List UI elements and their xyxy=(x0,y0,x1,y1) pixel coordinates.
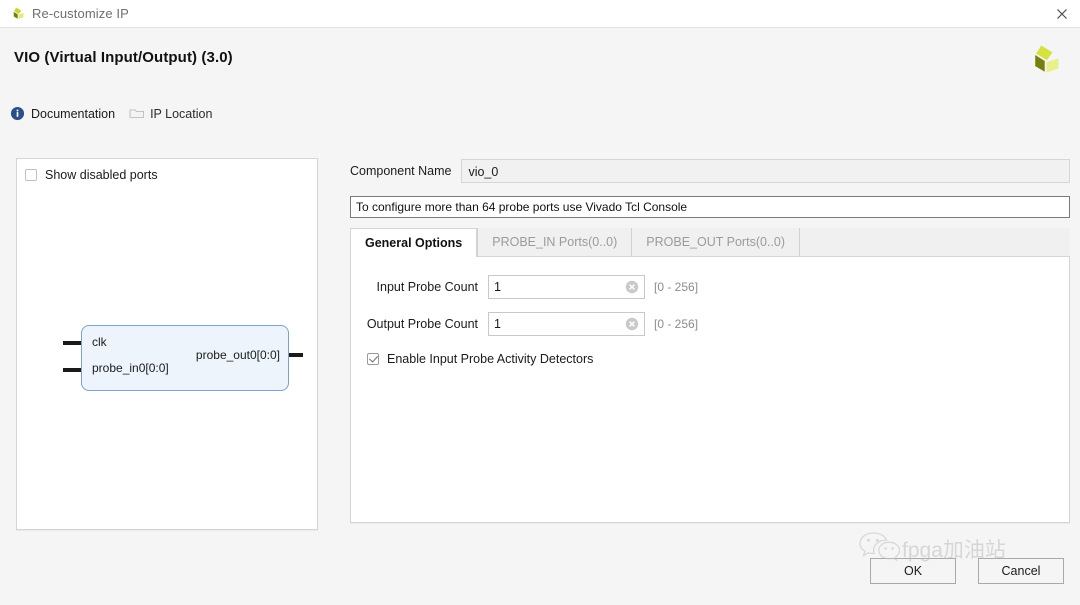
output-probe-count-label: Output Probe Count xyxy=(366,317,478,331)
port-label-probe-in0: probe_in0[0:0] xyxy=(92,361,169,375)
component-name-row: Component Name vio_0 xyxy=(350,158,1070,184)
page-title: VIO (Virtual Input/Output) (3.0) xyxy=(14,49,233,66)
ok-button[interactable]: OK xyxy=(870,558,956,584)
clear-circle-icon[interactable] xyxy=(625,280,639,294)
component-name-input[interactable]: vio_0 xyxy=(461,159,1070,183)
tab-general-options-label: General Options xyxy=(365,235,463,250)
output-probe-count-range: [0 - 256] xyxy=(654,317,699,331)
tab-probe-in-ports[interactable]: PROBE_IN Ports(0..0) xyxy=(477,228,631,256)
enable-detectors-label: Enable Input Probe Activity Detectors xyxy=(387,352,594,366)
checkbox-box xyxy=(25,169,37,181)
xilinx-brand-logo-icon xyxy=(1024,42,1062,80)
ip-symbol-panel: Show disabled ports clk probe_in0[0:0] p… xyxy=(16,158,318,530)
tab-probe-out-ports-label: PROBE_OUT Ports(0..0) xyxy=(646,235,785,249)
ip-location-label: IP Location xyxy=(150,106,213,121)
window-title: Re-customize IP xyxy=(32,6,129,21)
tab-probe-out-ports[interactable]: PROBE_OUT Ports(0..0) xyxy=(631,228,799,256)
documentation-link[interactable]: Documentation xyxy=(10,106,115,121)
documentation-label: Documentation xyxy=(31,106,116,121)
output-probe-count-value: 1 xyxy=(494,317,501,331)
show-disabled-ports-label: Show disabled ports xyxy=(45,168,158,182)
tab-strip-filler xyxy=(799,228,1070,256)
component-name-label: Component Name xyxy=(350,164,452,178)
input-probe-count-input[interactable]: 1 xyxy=(488,275,645,299)
input-probe-count-value: 1 xyxy=(494,280,501,294)
info-icon xyxy=(10,106,25,121)
config-tabs: General Options PROBE_IN Ports(0..0) PRO… xyxy=(350,228,1070,257)
dialog-header: VIO (Virtual Input/Output) (3.0) Documen… xyxy=(0,28,1080,136)
ip-config-panel: Component Name vio_0 To configure more t… xyxy=(350,158,1070,523)
input-probe-count-range: [0 - 256] xyxy=(654,280,699,294)
input-probe-count-label: Input Probe Count xyxy=(376,280,478,294)
show-disabled-ports-checkbox[interactable]: Show disabled ports xyxy=(25,168,158,182)
pin-clk xyxy=(63,341,81,345)
folder-icon xyxy=(129,106,145,121)
header-links: Documentation IP Location xyxy=(10,106,226,121)
enable-detectors-checkbox[interactable]: Enable Input Probe Activity Detectors xyxy=(367,352,593,366)
output-probe-count-input[interactable]: 1 xyxy=(488,312,645,336)
clear-circle-icon[interactable] xyxy=(625,317,639,331)
general-options-pane: Input Probe Count 1 [0 - 256] Output Pro… xyxy=(350,257,1070,523)
port-label-clk: clk xyxy=(92,335,107,349)
close-icon[interactable] xyxy=(1052,4,1072,24)
checkbox-box xyxy=(367,353,379,365)
cancel-button[interactable]: Cancel xyxy=(978,558,1064,584)
ip-location-link[interactable]: IP Location xyxy=(129,106,212,121)
title-bar: Re-customize IP xyxy=(0,0,1080,28)
tcl-console-info-bar: To configure more than 64 probe ports us… xyxy=(350,196,1070,218)
input-probe-count-row: Input Probe Count 1 [0 - 256] xyxy=(363,275,698,299)
cancel-button-label: Cancel xyxy=(1001,564,1041,578)
ip-block-body: clk probe_in0[0:0] probe_out0[0:0] xyxy=(81,325,289,391)
xilinx-logo-icon xyxy=(8,6,26,22)
ip-block-diagram: clk probe_in0[0:0] probe_out0[0:0] xyxy=(63,325,303,397)
recustomize-ip-dialog: Re-customize IP VIO (Virtual Input/Outpu… xyxy=(0,0,1080,605)
output-probe-count-row: Output Probe Count 1 [0 - 256] xyxy=(363,312,698,336)
tab-probe-in-ports-label: PROBE_IN Ports(0..0) xyxy=(492,235,618,249)
ok-button-label: OK xyxy=(903,564,923,578)
port-label-probe-out0: probe_out0[0:0] xyxy=(195,348,280,362)
tab-general-options[interactable]: General Options xyxy=(350,228,478,257)
pin-probe-in0 xyxy=(63,368,81,372)
